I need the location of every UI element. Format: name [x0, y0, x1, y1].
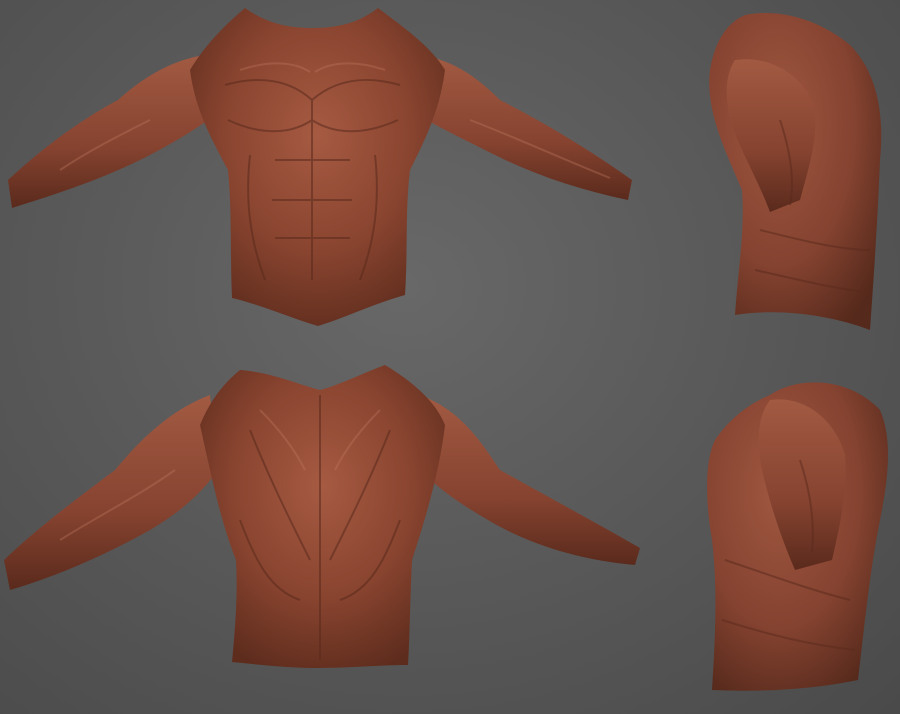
torso-side-view-upper	[709, 13, 882, 330]
front-torso	[190, 8, 445, 326]
front-right-arm	[418, 55, 632, 200]
back-torso	[200, 365, 445, 668]
front-left-arm	[8, 55, 215, 208]
torso-front-view	[8, 8, 632, 326]
torso-renders	[4, 8, 888, 691]
back-right-arm	[420, 395, 640, 565]
sculpt-viewport	[0, 0, 900, 714]
torso-side-view-lower	[707, 382, 888, 691]
back-left-arm	[4, 395, 218, 590]
torso-back-view	[4, 365, 640, 668]
